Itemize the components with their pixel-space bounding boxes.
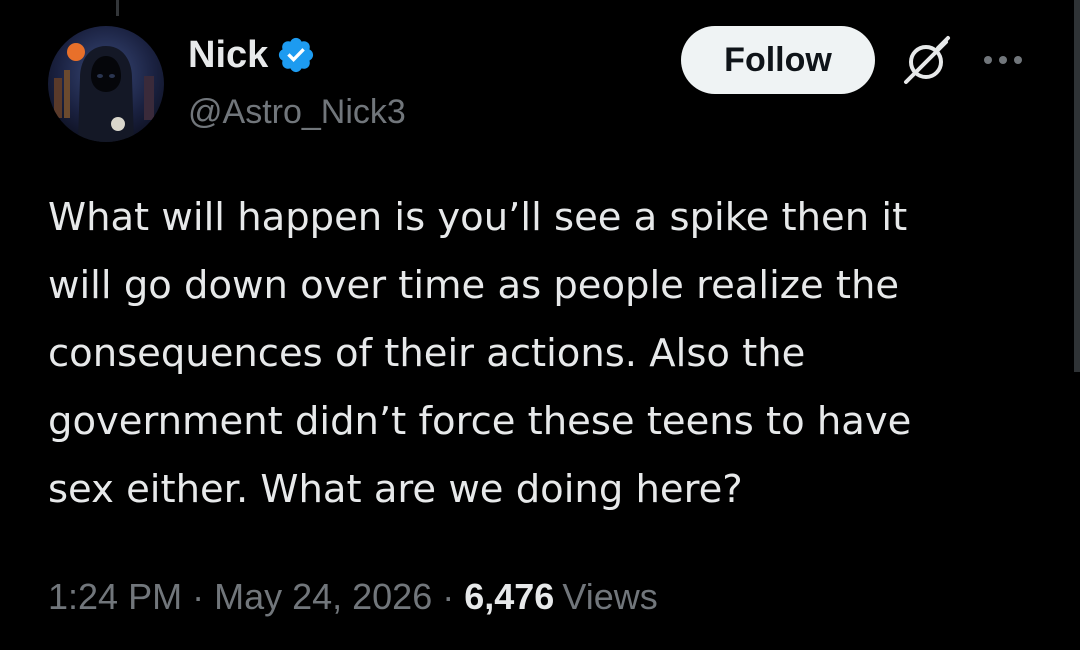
author-display-name[interactable]: Nick <box>188 32 268 78</box>
tweet-text-line: sex either. What are we doing here? <box>48 467 743 512</box>
scrollbar[interactable] <box>1074 0 1080 372</box>
meta-separator: · <box>442 576 455 617</box>
verified-badge-icon <box>279 37 314 73</box>
author-handle[interactable]: @Astro_Nick3 <box>188 92 406 132</box>
tweet-header: Nick @Astro_Nick3 Follow <box>48 26 1048 146</box>
tweet-metadata: 1:24 PM · May 24, 2026 · 6,476 Views <box>48 572 658 622</box>
hooded-figure-avatar-icon <box>48 26 164 142</box>
tweet-time[interactable]: 1:24 PM <box>48 576 182 617</box>
name-row: Nick <box>188 32 406 78</box>
follow-button[interactable]: Follow <box>681 26 875 94</box>
grok-icon[interactable] <box>900 34 954 88</box>
tweet-text-line: will go down over time as people realize… <box>48 263 900 308</box>
views-label: Views <box>562 576 658 617</box>
thread-connector-line <box>116 0 119 16</box>
avatar[interactable] <box>48 26 164 142</box>
tweet-text: What will happen is you’ll see a spike t… <box>48 184 1038 524</box>
views-count[interactable]: 6,476 <box>464 576 554 617</box>
tweet-text-line: government didn’t force these teens to h… <box>48 399 912 444</box>
tweet-date[interactable]: May 24, 2026 <box>214 576 432 617</box>
more-options-icon[interactable] <box>978 48 1028 72</box>
tweet-text-line: consequences of their actions. Also the <box>48 331 806 376</box>
tweet-text-line: What will happen is you’ll see a spike t… <box>48 195 908 240</box>
author-identity: Nick @Astro_Nick3 <box>188 32 406 132</box>
meta-separator: · <box>192 576 205 617</box>
